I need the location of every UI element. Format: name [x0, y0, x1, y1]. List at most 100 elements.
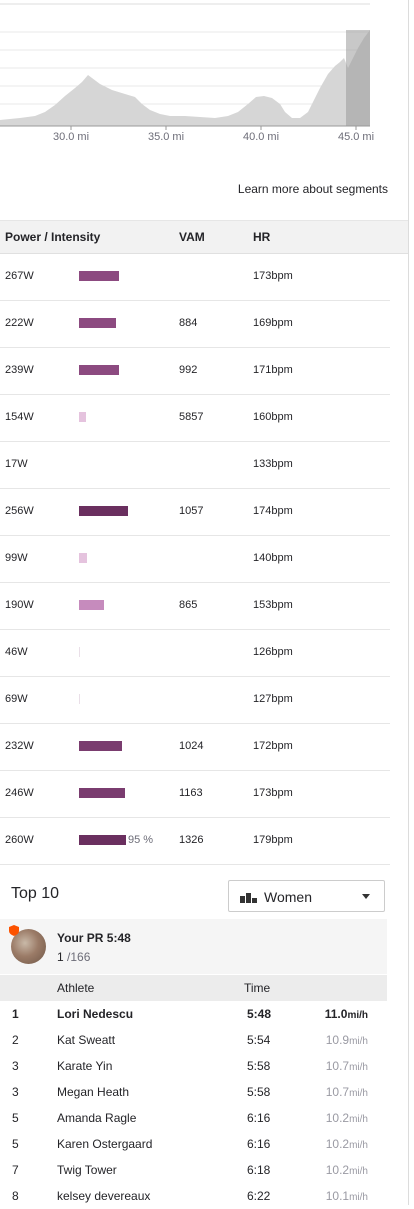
hr-cell: 140bpm: [253, 552, 293, 564]
time-value: 6:18: [247, 1163, 271, 1177]
power-value: 17W: [5, 458, 28, 470]
time-value: 6:16: [247, 1111, 271, 1125]
speed-cell: 10.1mi/h: [326, 1189, 368, 1203]
hr-cell: 169bpm: [253, 317, 293, 329]
athlete-name-link[interactable]: Megan Heath: [57, 1085, 129, 1099]
power-header: Power / Intensity: [5, 230, 101, 244]
hr-cell: 126bpm: [253, 646, 293, 658]
table-row[interactable]: 154W 5857 160bpm: [0, 394, 390, 442]
power-value: 99W: [5, 552, 28, 564]
hr-unit: bpm: [271, 787, 293, 799]
leaderboard-row[interactable]: 3 Megan Heath 5:58 10.7mi/h: [0, 1079, 387, 1105]
table-row[interactable]: 246W 1163 173bpm: [0, 770, 390, 818]
vam-value: 992: [179, 364, 198, 376]
hr-unit: bpm: [271, 834, 293, 846]
gender-filter-dropdown[interactable]: Women: [228, 880, 385, 912]
tick-label: 30.0 mi: [52, 131, 90, 143]
leaderboard-row[interactable]: 5 Karen Ostergaard 6:16 10.2mi/h: [0, 1131, 387, 1157]
leaderboard-icon: [240, 893, 257, 903]
filter-label: Women: [264, 889, 312, 905]
table-row[interactable]: 260W 95 % 1326 179bpm: [0, 817, 390, 865]
table-row[interactable]: 99W 140bpm: [0, 535, 390, 583]
hr-value: 174: [253, 505, 272, 517]
power-value: 154W: [5, 411, 34, 423]
speed-cell: 10.7mi/h: [326, 1059, 368, 1073]
speed-unit: mi/h: [349, 1062, 368, 1073]
speed-value: 10.2: [325, 1163, 350, 1177]
intensity-bar: [79, 741, 122, 751]
speed-unit: mi/h: [349, 1140, 368, 1151]
hr-cell: 173bpm: [253, 787, 293, 799]
table-row[interactable]: 267W 173bpm: [0, 253, 390, 301]
hr-cell: 172bpm: [253, 740, 293, 752]
power-value: 256W: [5, 505, 34, 517]
leaderboard-row[interactable]: 5 Amanda Ragle 6:16 10.2mi/h: [0, 1105, 387, 1131]
table-row[interactable]: 190W 865 153bpm: [0, 582, 390, 630]
rank: 3: [12, 1059, 19, 1073]
rank: 1: [12, 1007, 19, 1021]
athlete-name-link[interactable]: Karate Yin: [57, 1059, 112, 1073]
intensity-bar: [79, 412, 86, 422]
intensity-percent: 95 %: [128, 834, 154, 846]
speed-value: 10.7: [325, 1085, 350, 1099]
learn-more-link[interactable]: Learn more about segments: [238, 182, 388, 196]
table-row[interactable]: 69W 127bpm: [0, 676, 390, 724]
hr-value: 179: [253, 834, 272, 846]
rank: 3: [12, 1085, 19, 1099]
hr-cell: 173bpm: [253, 270, 293, 282]
table-row[interactable]: 17W 133bpm: [0, 441, 390, 489]
power-value: 260W: [5, 834, 34, 846]
speed-unit: mi/h: [349, 1192, 368, 1203]
leaderboard-row[interactable]: 3 Karate Yin 5:58 10.7mi/h: [0, 1053, 387, 1079]
personal-record: Your PR 5:48 1 /166: [0, 919, 387, 974]
hr-cell: 133bpm: [253, 458, 293, 470]
table-row[interactable]: 222W 884 169bpm: [0, 300, 390, 348]
hr-unit: bpm: [271, 458, 293, 470]
chart-ticks: [70, 126, 357, 130]
athlete-name-link[interactable]: Kat Sweatt: [57, 1033, 115, 1047]
time-value: 5:48: [247, 1007, 272, 1021]
athlete-name-link[interactable]: Amanda Ragle: [57, 1111, 136, 1125]
top10-title: Top 10: [11, 885, 60, 902]
segment-highlight: [346, 30, 370, 126]
table-row[interactable]: 239W 992 171bpm: [0, 347, 390, 395]
speed-unit: mi/h: [347, 1010, 368, 1021]
hr-unit: bpm: [271, 646, 293, 658]
power-value: 190W: [5, 599, 34, 611]
athlete-name-link[interactable]: kelsey devereaux: [57, 1189, 150, 1203]
hr-value: 173: [253, 787, 272, 799]
intensity-bar: [79, 553, 87, 563]
athlete-name-link[interactable]: Karen Ostergaard: [57, 1137, 152, 1151]
table-row[interactable]: 46W 126bpm: [0, 629, 390, 677]
rank: 5: [12, 1111, 19, 1125]
power-value: 222W: [5, 317, 34, 329]
hr-unit: bpm: [271, 552, 293, 564]
leaderboard-row[interactable]: 1 Lori Nedescu 5:48 11.0mi/h: [0, 1001, 387, 1027]
time-value: 5:58: [247, 1059, 271, 1073]
vam-value: 1024: [179, 740, 204, 752]
pr-medal-icon: [9, 925, 19, 936]
power-value: 69W: [5, 693, 28, 705]
hr-cell: 174bpm: [253, 505, 293, 517]
hr-value: 171: [253, 364, 272, 376]
table-row[interactable]: 256W 1057 174bpm: [0, 488, 390, 536]
power-value: 239W: [5, 364, 34, 376]
table-row[interactable]: 232W 1024 172bpm: [0, 723, 390, 771]
chart-gridlines: [0, 31, 370, 105]
power-value: 232W: [5, 740, 34, 752]
leaderboard-row[interactable]: 7 Twig Tower 6:18 10.2mi/h: [0, 1157, 387, 1183]
vam-value: 884: [179, 317, 198, 329]
hr-unit: bpm: [271, 411, 293, 423]
elevation-profile: [0, 30, 370, 126]
leaderboard-row[interactable]: 2 Kat Sweatt 5:54 10.9mi/h: [0, 1027, 387, 1053]
pr-rank-total: /166: [63, 950, 91, 964]
speed-cell: 11.0mi/h: [325, 1007, 368, 1021]
hr-value: 153: [253, 599, 272, 611]
athlete-name-link[interactable]: Lori Nedescu: [57, 1007, 133, 1021]
tick-label: 35.0 mi: [147, 131, 185, 143]
speed-unit: mi/h: [349, 1166, 368, 1177]
athlete-name-link[interactable]: Twig Tower: [57, 1163, 117, 1177]
hr-cell: 160bpm: [253, 411, 293, 423]
vam-value: 5857: [179, 411, 204, 423]
leaderboard-row[interactable]: 8 kelsey devereaux 6:22 10.1mi/h: [0, 1183, 387, 1209]
